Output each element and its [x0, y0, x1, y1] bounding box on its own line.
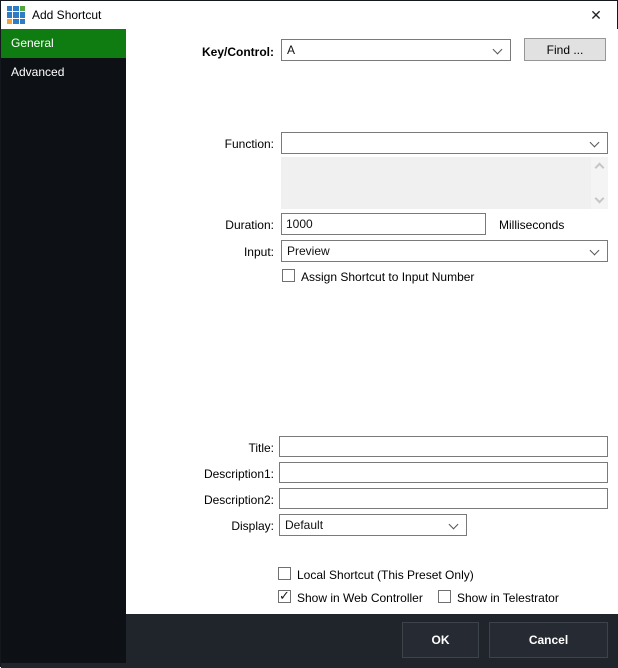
- scrollbar[interactable]: [591, 157, 608, 209]
- window-title: Add Shortcut: [32, 1, 101, 29]
- scroll-down-icon[interactable]: [595, 194, 605, 204]
- assign-shortcut-label: Assign Shortcut to Input Number: [301, 270, 474, 284]
- description2-label: Description2:: [126, 493, 274, 507]
- input-label: Input:: [126, 245, 274, 259]
- general-tab-panel: Key/Control: A Find ... Function: Durati…: [126, 29, 618, 614]
- description2-input[interactable]: [279, 488, 608, 509]
- chevron-down-icon: [493, 45, 503, 55]
- function-value: [287, 133, 587, 153]
- ok-button[interactable]: OK: [402, 622, 479, 658]
- display-label: Display:: [126, 519, 274, 533]
- function-label: Function:: [126, 137, 274, 151]
- assign-shortcut-checkbox[interactable]: [282, 269, 295, 282]
- title-label: Title:: [126, 441, 274, 455]
- function-description-box: [281, 157, 608, 209]
- telestrator-label: Show in Telestrator: [457, 591, 559, 605]
- key-control-dropdown[interactable]: A: [281, 39, 511, 61]
- cancel-button[interactable]: Cancel: [489, 622, 608, 658]
- key-control-value: A: [287, 40, 490, 60]
- sidebar-item-advanced[interactable]: Advanced: [1, 58, 126, 87]
- description1-label: Description1:: [126, 467, 274, 481]
- add-shortcut-dialog: Add Shortcut ✕ General Advanced OK Cance…: [0, 0, 618, 667]
- telestrator-checkbox[interactable]: [438, 590, 451, 603]
- display-dropdown[interactable]: Default: [279, 514, 467, 536]
- sidebar-item-general[interactable]: General: [1, 29, 126, 58]
- chevron-down-icon: [449, 520, 459, 530]
- local-shortcut-checkbox[interactable]: [278, 567, 291, 580]
- sidebar: General Advanced: [1, 29, 126, 663]
- scroll-up-icon[interactable]: [595, 163, 605, 173]
- duration-label: Duration:: [126, 218, 274, 232]
- description1-input[interactable]: [279, 462, 608, 483]
- function-dropdown[interactable]: [281, 132, 608, 154]
- input-value: Preview: [287, 241, 587, 261]
- input-dropdown[interactable]: Preview: [281, 240, 608, 262]
- milliseconds-label: Milliseconds: [499, 218, 564, 232]
- web-controller-checkbox[interactable]: [278, 590, 291, 603]
- chevron-down-icon: [590, 246, 600, 256]
- find-button[interactable]: Find ...: [524, 38, 606, 61]
- app-logo-icon: [7, 6, 25, 24]
- close-icon[interactable]: ✕: [581, 1, 611, 29]
- chevron-down-icon: [590, 138, 600, 148]
- web-controller-label: Show in Web Controller: [297, 591, 423, 605]
- key-control-label: Key/Control:: [126, 45, 274, 59]
- local-shortcut-label: Local Shortcut (This Preset Only): [297, 568, 474, 582]
- display-value: Default: [285, 515, 446, 535]
- duration-input[interactable]: [281, 213, 486, 235]
- title-bar: Add Shortcut ✕: [1, 1, 617, 29]
- title-input[interactable]: [279, 436, 608, 457]
